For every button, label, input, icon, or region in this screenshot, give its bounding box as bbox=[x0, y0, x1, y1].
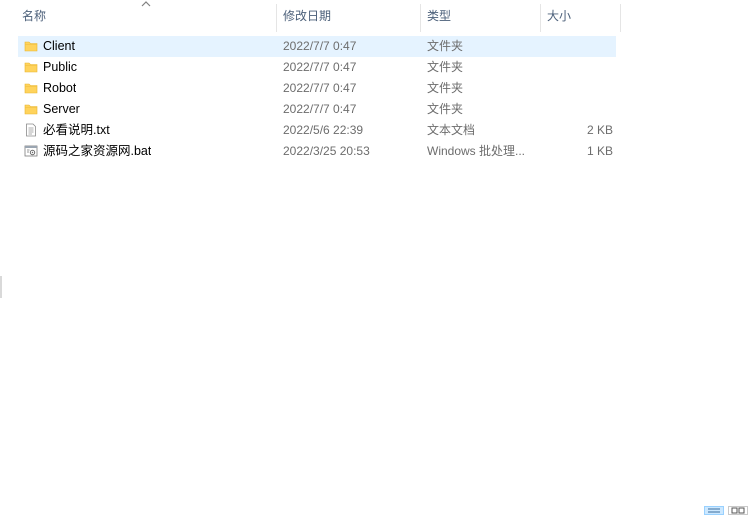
file-name: Server bbox=[43, 102, 80, 116]
file-row[interactable]: 必看说明.txt 2022/5/6 22:39 文本文档 2 KB bbox=[18, 120, 616, 141]
file-name: Client bbox=[43, 39, 75, 53]
file-row[interactable]: Public 2022/7/7 0:47 文件夹 bbox=[18, 57, 616, 78]
folder-icon bbox=[24, 62, 38, 73]
large-icons-view-icon[interactable] bbox=[728, 506, 748, 515]
column-divider[interactable] bbox=[620, 4, 621, 32]
file-size bbox=[548, 57, 613, 78]
folder-icon bbox=[24, 104, 38, 115]
text-file-icon bbox=[26, 123, 36, 137]
file-modified-date: 2022/7/7 0:47 bbox=[283, 39, 357, 53]
file-name: 源码之家资源网.bat bbox=[43, 144, 152, 158]
file-row[interactable]: Server 2022/7/7 0:47 文件夹 bbox=[18, 99, 616, 120]
column-header-date[interactable]: 修改日期 bbox=[283, 0, 331, 31]
file-row[interactable]: 源码之家资源网.bat 2022/3/25 20:53 Windows 批处理...… bbox=[18, 141, 616, 162]
file-type: 文本文档 bbox=[427, 123, 476, 137]
file-type: 文件夹 bbox=[427, 81, 464, 95]
folder-icon bbox=[24, 41, 38, 52]
file-modified-date: 2022/7/7 0:47 bbox=[283, 60, 357, 74]
file-type: 文件夹 bbox=[427, 60, 464, 74]
file-size bbox=[548, 36, 613, 57]
column-divider[interactable] bbox=[540, 4, 541, 32]
column-divider[interactable] bbox=[420, 4, 421, 32]
file-size bbox=[548, 78, 613, 99]
file-type: Windows 批处理... bbox=[427, 144, 526, 158]
file-modified-date: 2022/5/6 22:39 bbox=[283, 123, 364, 137]
file-size bbox=[548, 99, 613, 120]
file-modified-date: 2022/7/7 0:47 bbox=[283, 102, 357, 116]
pane-resize-handle[interactable] bbox=[0, 276, 2, 298]
column-header-size[interactable]: 大小 bbox=[547, 0, 571, 31]
sort-up-chevron-icon bbox=[141, 1, 151, 7]
file-size: 1 KB bbox=[586, 144, 613, 158]
file-row[interactable]: Robot 2022/7/7 0:47 文件夹 bbox=[18, 78, 616, 99]
file-name: Public bbox=[43, 60, 78, 74]
file-row[interactable]: Client 2022/7/7 0:47 文件夹 bbox=[18, 36, 616, 57]
file-name: 必看说明.txt bbox=[43, 123, 110, 137]
file-size: 2 KB bbox=[586, 123, 613, 137]
column-divider[interactable] bbox=[276, 4, 277, 32]
folder-icon bbox=[24, 83, 38, 94]
details-view-icon[interactable] bbox=[704, 506, 724, 515]
file-name: Robot bbox=[43, 81, 77, 95]
column-header-type[interactable]: 类型 bbox=[427, 0, 451, 31]
file-type: 文件夹 bbox=[427, 102, 464, 116]
file-type: 文件夹 bbox=[427, 39, 464, 53]
batch-file-icon bbox=[24, 145, 38, 157]
column-header-bar: 名称 修改日期 类型 大小 bbox=[0, 0, 752, 33]
file-modified-date: 2022/3/25 20:53 bbox=[283, 144, 370, 158]
file-modified-date: 2022/7/7 0:47 bbox=[283, 81, 357, 95]
column-header-name[interactable]: 名称 bbox=[22, 0, 46, 31]
